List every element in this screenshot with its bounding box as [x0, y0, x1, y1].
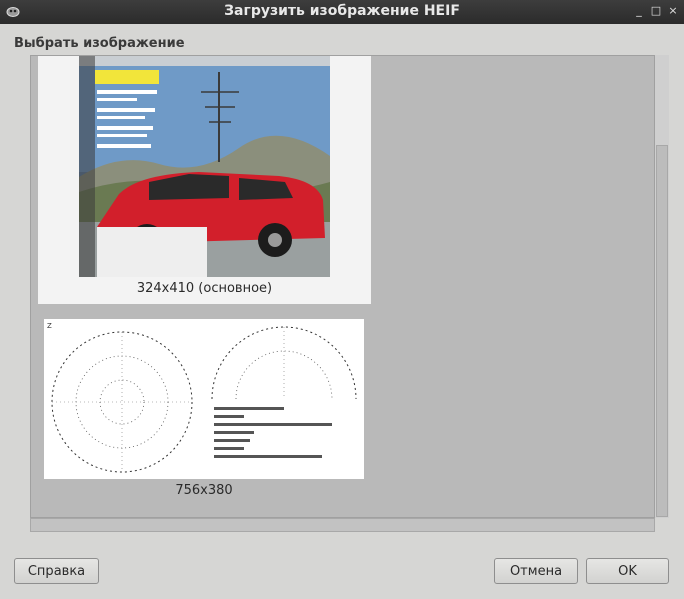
- image-thumbnail-radiation-pattern: Z: [44, 319, 364, 479]
- select-image-label: Выбрать изображение: [14, 36, 185, 51]
- image-list-panel[interactable]: 324x410 (основное) Z 756x380: [30, 55, 655, 518]
- svg-text:Z: Z: [47, 322, 52, 330]
- cancel-button[interactable]: Отмена: [494, 558, 578, 584]
- image-thumbnail-car: [79, 56, 330, 277]
- image-item-primary[interactable]: 324x410 (основное): [38, 56, 371, 304]
- title-bar[interactable]: Загрузить изображение HEIF _ □ ×: [0, 0, 684, 24]
- image-caption-primary: 324x410 (основное): [136, 281, 273, 296]
- ok-button[interactable]: OK: [586, 558, 669, 584]
- help-button[interactable]: Справка: [14, 558, 99, 584]
- image-item-secondary[interactable]: Z: [44, 319, 364, 479]
- image-caption-secondary: 756x380: [175, 483, 233, 498]
- horizontal-scrollbar[interactable]: [30, 518, 655, 532]
- maximize-icon[interactable]: □: [649, 4, 663, 18]
- vertical-scrollbar-thumb[interactable]: [656, 145, 668, 517]
- close-icon[interactable]: ×: [666, 4, 680, 18]
- minimize-icon[interactable]: _: [632, 4, 646, 18]
- vertical-scrollbar[interactable]: [655, 55, 669, 518]
- window-title: Загрузить изображение HEIF: [224, 3, 460, 19]
